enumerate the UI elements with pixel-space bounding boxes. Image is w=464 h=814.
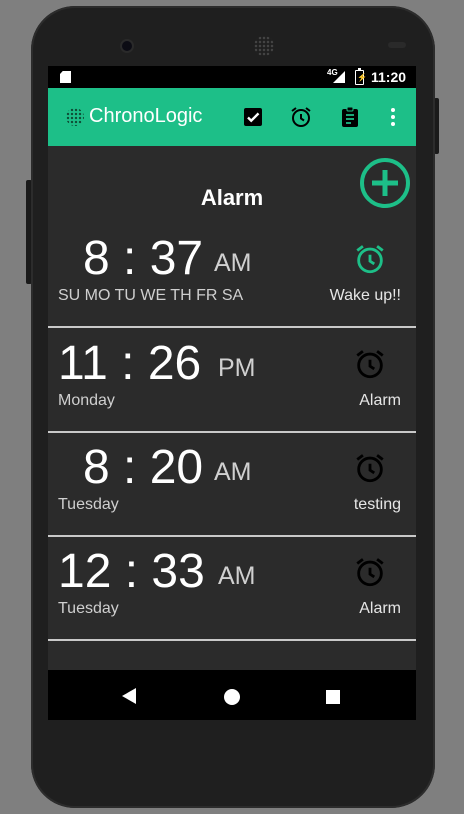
plus-icon [360,158,410,208]
alarm-time: 11 : 26 [58,337,202,390]
app-title: ChronoLogic [89,105,203,127]
alarm-label: Wake up!! [329,287,401,304]
back-icon[interactable] [122,688,136,704]
alarm-days: SU MO TU WE TH FR SA [58,287,244,304]
status-bar: 4G ⚡ 11:20 [48,66,416,88]
signal-icon [333,71,345,83]
more-vert-icon[interactable] [381,105,405,129]
alarm-ampm: AM [214,458,252,486]
proximity-sensor [388,42,406,48]
alarm-ampm: PM [218,354,256,382]
alarm-row[interactable]: 12 : 33 AM Tuesday Alarm [48,535,416,641]
alarm-row[interactable]: 11 : 26 PM Monday Alarm [48,327,416,433]
alarm-label: Alarm [359,392,401,409]
clipboard-icon[interactable] [338,105,362,129]
alarm-label: testing [353,496,401,513]
alarm-clock-icon[interactable] [353,555,387,589]
status-time: 11:20 [371,69,407,85]
alarm-label: Alarm [359,600,401,617]
app-bar: ChronoLogic [48,88,416,146]
alarm-clock-icon[interactable] [353,347,387,381]
earpiece-speaker [254,36,274,56]
alarm-clock-icon[interactable] [353,242,387,276]
alarm-row[interactable]: 8 : 20 AM Tuesday testing [48,431,416,537]
sd-card-icon [60,71,71,83]
battery-icon: ⚡ [355,68,367,85]
alarm-row[interactable]: 8 : 37 AM SU MO TU WE TH FR SA Wake up!! [48,222,416,328]
alarm-ampm: AM [214,249,252,277]
recent-apps-icon[interactable] [326,690,340,704]
alarm-time: 8 : 37 [83,232,204,285]
alarm-clock-icon[interactable] [289,105,313,129]
navigation-bar [48,670,416,720]
add-alarm-button[interactable] [359,157,411,209]
alarm-days: Monday [58,392,115,409]
alarm-time: 12 : 33 [58,545,205,598]
alarm-days: Tuesday [58,600,119,617]
alarm-clock-icon[interactable] [353,451,387,485]
screen: 4G ⚡ 11:20 ChronoLogic Alarm 8 : 37 AM S… [48,66,416,720]
front-camera [122,41,132,51]
alarm-ampm: AM [218,562,256,590]
alarm-days: Tuesday [58,496,119,513]
logo-icon [66,108,84,126]
check-box-icon[interactable] [241,105,265,129]
alarm-time: 8 : 20 [83,441,204,494]
home-icon[interactable] [224,689,240,705]
